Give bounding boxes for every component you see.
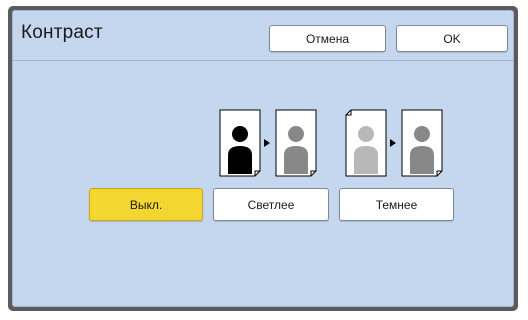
- result-page-icon: [401, 109, 443, 177]
- arrow-icon: [264, 139, 270, 147]
- dialog-title: Контраст: [21, 22, 103, 43]
- source-page-icon: [345, 109, 387, 177]
- contrast-lighter-icon: [219, 109, 317, 177]
- source-page-icon: [219, 109, 261, 177]
- result-page-icon: [275, 109, 317, 177]
- arrow-icon: [390, 139, 396, 147]
- ok-button[interactable]: OK: [396, 25, 508, 52]
- contrast-darker-icon: [345, 109, 443, 177]
- dialog-header: Контраст Отмена OK: [13, 11, 513, 61]
- lighter-button[interactable]: Светлее: [213, 188, 329, 221]
- contrast-dialog: Контраст Отмена OK Выкл. Светлее Темнее: [12, 10, 514, 307]
- off-button[interactable]: Выкл.: [89, 188, 203, 221]
- darker-button[interactable]: Темнее: [339, 188, 454, 221]
- cancel-button[interactable]: Отмена: [269, 25, 386, 52]
